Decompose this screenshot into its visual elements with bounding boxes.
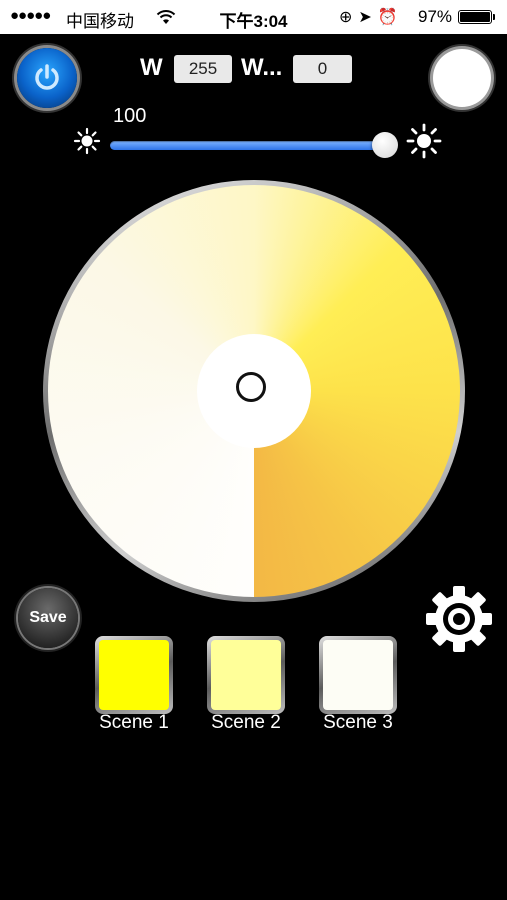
scene-3-label: Scene 3: [323, 712, 393, 733]
battery-percent: 97%: [418, 7, 453, 26]
battery-icon: [458, 10, 495, 24]
sun-low-icon: [73, 127, 101, 155]
scene-1-swatch[interactable]: [99, 640, 169, 710]
color-picker-handle[interactable]: [236, 372, 266, 402]
selected-color-button[interactable]: [433, 49, 491, 107]
status-icons: ⊕➤⏰: [339, 9, 404, 26]
color-wheel[interactable]: [43, 180, 465, 602]
scene-2[interactable]: Scene 2: [207, 636, 285, 733]
scene-3[interactable]: Scene 3: [319, 636, 397, 733]
brightness-value: 100: [113, 105, 147, 127]
sun-high-icon: [406, 123, 442, 159]
scene-1-frame[interactable]: [95, 636, 173, 714]
w1-value-field[interactable]: 255: [174, 55, 232, 83]
scene-1[interactable]: Scene 1: [95, 636, 173, 733]
scene-3-frame[interactable]: [319, 636, 397, 714]
power-button[interactable]: [17, 48, 77, 108]
w2-value-field[interactable]: 0: [293, 55, 352, 83]
scene-1-label: Scene 1: [99, 712, 169, 733]
w1-label: W: [140, 54, 163, 81]
save-button[interactable]: Save: [18, 588, 78, 648]
brightness-slider-thumb[interactable]: [372, 132, 398, 158]
scene-2-swatch[interactable]: [211, 640, 281, 710]
power-icon: [35, 64, 59, 90]
scene-3-swatch[interactable]: [323, 640, 393, 710]
gear-icon[interactable]: [424, 584, 494, 654]
status-bar: ●●●●● 中国移动 下午3:04 ⊕➤⏰ 97%: [0, 0, 507, 34]
brightness-slider[interactable]: [110, 141, 396, 150]
w2-label: W...: [241, 54, 283, 81]
scene-2-label: Scene 2: [211, 712, 281, 733]
scene-2-frame[interactable]: [207, 636, 285, 714]
